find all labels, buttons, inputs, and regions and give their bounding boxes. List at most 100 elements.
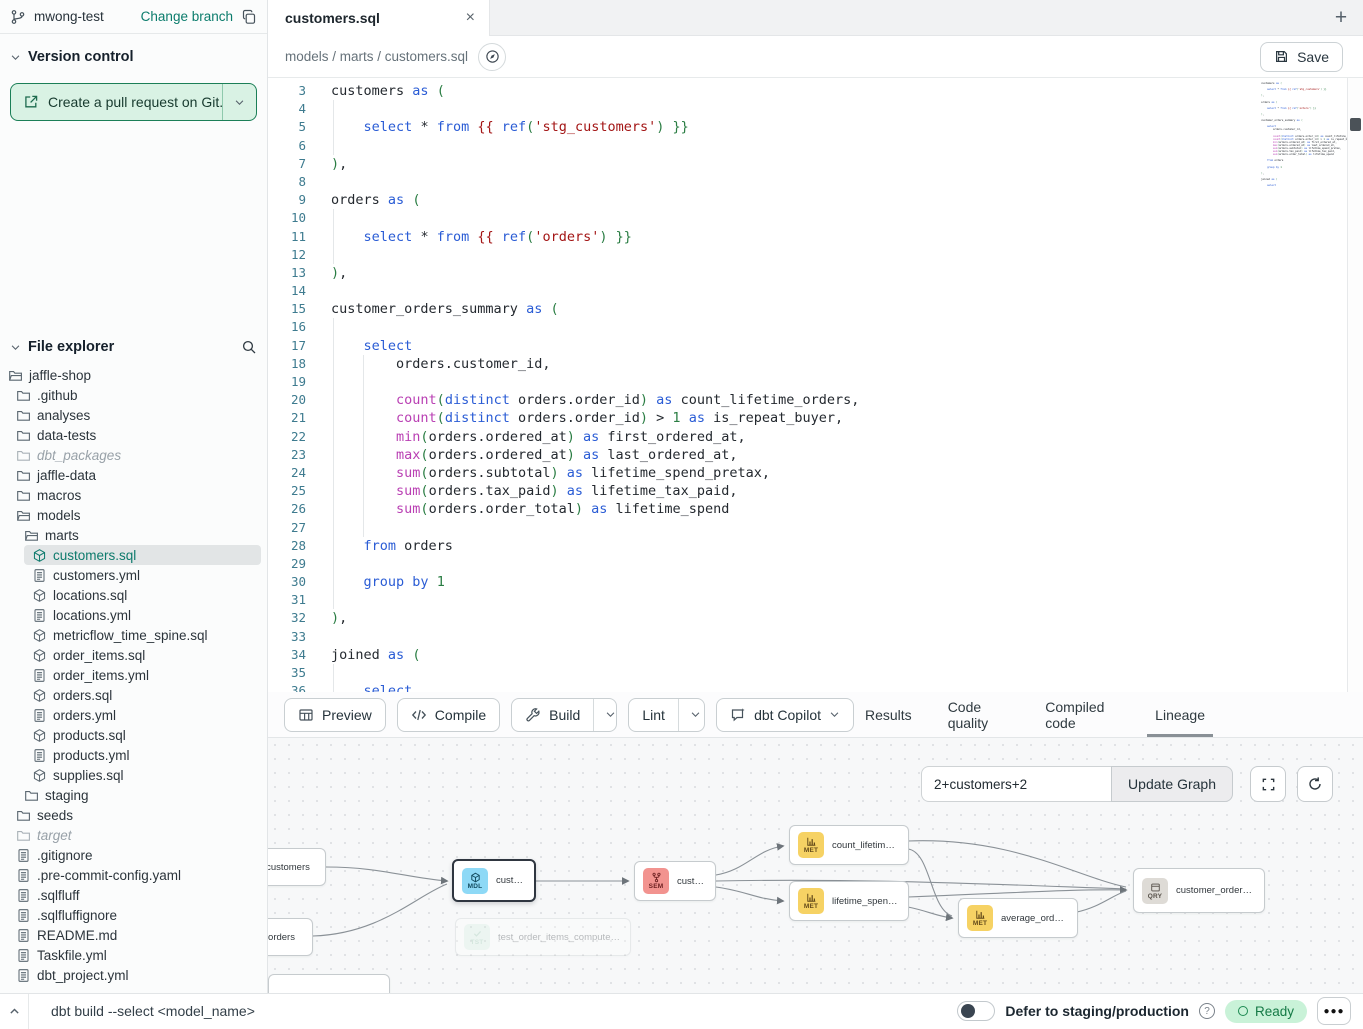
tree-item-products-yml[interactable]: products.yml [0, 745, 261, 765]
tree-item-jaffle-shop[interactable]: jaffle-shop [0, 365, 261, 385]
tree-item-products-sql[interactable]: products.sql [0, 725, 261, 745]
lineage-node-stg_customers[interactable]: stg_customers [268, 848, 326, 886]
file-explorer-header[interactable]: File explorer [0, 329, 267, 363]
create-pr-button[interactable]: Create a pull request on Git... [10, 83, 257, 121]
tree-item-models[interactable]: models [0, 505, 261, 525]
tree-item-analyses[interactable]: analyses [0, 405, 261, 425]
code-line[interactable]: 16 [268, 318, 1253, 336]
code-line[interactable]: 11 select * from {{ ref('orders') }} [268, 228, 1253, 246]
code-line[interactable]: 18 orders.customer_id, [268, 355, 1253, 373]
code-line[interactable]: 20 count(distinct orders.order_id) as co… [268, 391, 1253, 409]
tree-item-locations-yml[interactable]: locations.yml [0, 605, 261, 625]
tree-item-customers-yml[interactable]: customers.yml [0, 565, 261, 585]
collapse-panel-button[interactable] [0, 1005, 28, 1018]
code-line[interactable]: 36 select [268, 682, 1253, 692]
tree-item-target[interactable]: target [0, 825, 261, 845]
lineage-node-orders[interactable]: orders [268, 918, 313, 956]
tree-item--sqlfluffignore[interactable]: .sqlfluffignore [0, 905, 261, 925]
new-tab-button[interactable]: + [1319, 0, 1363, 35]
tree-item-dbt-packages[interactable]: dbt_packages [0, 445, 261, 465]
code-line[interactable]: 13), [268, 264, 1253, 282]
more-options-button[interactable]: ●●● [1317, 997, 1351, 1025]
code-line[interactable]: 31 [268, 591, 1253, 609]
build-caret[interactable] [593, 699, 617, 731]
copy-icon[interactable] [241, 9, 257, 25]
code-line[interactable]: 33 [268, 628, 1253, 646]
compass-button[interactable] [478, 43, 506, 71]
lint-button[interactable]: Lint [629, 699, 678, 731]
search-icon[interactable] [241, 339, 257, 355]
code-line[interactable]: 28 from orders [268, 537, 1253, 555]
tree-item-orders-sql[interactable]: orders.sql [0, 685, 261, 705]
tree-item-data-tests[interactable]: data-tests [0, 425, 261, 445]
lint-caret[interactable] [678, 699, 705, 731]
tree-item-taskfile-yml[interactable]: Taskfile.yml [0, 945, 261, 965]
tree-item-metricflow-time-spine-sql[interactable]: metricflow_time_spine.sql [0, 625, 261, 645]
compile-button[interactable]: Compile [397, 698, 500, 732]
code-line[interactable]: 23 max(orders.ordered_at) as last_ordere… [268, 446, 1253, 464]
defer-toggle[interactable] [957, 1001, 995, 1021]
code-line[interactable]: 19 [268, 373, 1253, 391]
create-pr-caret[interactable] [222, 84, 256, 120]
code-line[interactable]: 25 sum(orders.tax_paid) as lifetime_tax_… [268, 482, 1253, 500]
code-line[interactable]: 21 count(distinct orders.order_id) > 1 a… [268, 409, 1253, 427]
update-graph-button[interactable]: Update Graph [1111, 766, 1233, 802]
tree-item--github[interactable]: .github [0, 385, 261, 405]
code-line[interactable]: 35 [268, 664, 1253, 682]
code-line[interactable]: 27 [268, 519, 1253, 537]
tree-item-readme-md[interactable]: README.md [0, 925, 261, 945]
lineage-node-customer_order_metrics[interactable]: QRYcustomer_order_metrics [1133, 868, 1265, 913]
minimap[interactable]: customers as ( select * from {{ ref('stg… [1261, 82, 1345, 187]
lineage-node-average_order_value[interactable]: METaverage_order_value [958, 898, 1078, 938]
lineage-node-lifetime_spend_pretax[interactable]: METlifetime_spend_pretax [789, 881, 909, 921]
tree-item--pre-commit-config-yaml[interactable]: .pre-commit-config.yaml [0, 865, 261, 885]
version-control-header[interactable]: Version control [0, 34, 267, 75]
change-branch-link[interactable]: Change branch [141, 9, 233, 24]
help-icon[interactable]: ? [1199, 1003, 1215, 1019]
create-pr-main[interactable]: Create a pull request on Git... [11, 84, 222, 120]
code-line[interactable]: 30 group by 1 [268, 573, 1253, 591]
code-line[interactable]: 12 [268, 246, 1253, 264]
code-line[interactable]: 15customer_orders_summary as ( [268, 300, 1253, 318]
tree-item-seeds[interactable]: seeds [0, 805, 261, 825]
tab-code-quality[interactable]: Code quality [948, 692, 1010, 737]
save-button[interactable]: Save [1260, 42, 1343, 72]
code-line[interactable]: 6 [268, 137, 1253, 155]
tree-item-staging[interactable]: staging [0, 785, 261, 805]
tab-lineage[interactable]: Lineage [1155, 692, 1205, 737]
tree-item-jaffle-data[interactable]: jaffle-data [0, 465, 261, 485]
code-line[interactable]: 17 select [268, 337, 1253, 355]
lineage-node-customers_model[interactable]: MDLcustomers [452, 859, 536, 902]
lineage-node-test_order_items[interactable]: TSTtest_order_items_compute_to_bools... [455, 918, 631, 956]
cli-command-text[interactable]: dbt build --select <model_name> [51, 1003, 255, 1019]
code-line[interactable]: 3customers as ( [268, 82, 1253, 100]
code-line[interactable]: 4 [268, 100, 1253, 118]
code-line[interactable]: 26 sum(orders.order_total) as lifetime_s… [268, 500, 1253, 518]
tree-item-orders-yml[interactable]: orders.yml [0, 705, 261, 725]
tab-compiled-code[interactable]: Compiled code [1045, 692, 1119, 737]
code-line[interactable]: 32), [268, 609, 1253, 627]
code-line[interactable]: 22 min(orders.ordered_at) as first_order… [268, 428, 1253, 446]
tree-item--gitignore[interactable]: .gitignore [0, 845, 261, 865]
build-button[interactable]: Build [512, 699, 593, 731]
tab-close-icon[interactable]: × [466, 10, 475, 26]
code-line[interactable]: 8 [268, 173, 1253, 191]
code-line[interactable]: 34joined as ( [268, 646, 1253, 664]
tree-item-marts[interactable]: marts [0, 525, 261, 545]
code-line[interactable]: 24 sum(orders.subtotal) as lifetime_spen… [268, 464, 1253, 482]
refresh-button[interactable] [1297, 766, 1333, 802]
tree-item-order-items-sql[interactable]: order_items.sql [0, 645, 261, 665]
code-line[interactable]: 10 [268, 209, 1253, 227]
tree-item-supplies-sql[interactable]: supplies.sql [0, 765, 261, 785]
code-line[interactable]: 29 [268, 555, 1253, 573]
tree-item-locations-sql[interactable]: locations.sql [0, 585, 261, 605]
code-line[interactable]: 5 select * from {{ ref('stg_customers') … [268, 118, 1253, 136]
code-line[interactable]: 14 [268, 282, 1253, 300]
preview-button[interactable]: Preview [284, 698, 386, 732]
lineage-selector-input[interactable] [921, 766, 1111, 802]
fullscreen-button[interactable] [1250, 766, 1286, 802]
tree-item-macros[interactable]: macros [0, 485, 261, 505]
scrollbar-thumb[interactable] [1350, 118, 1361, 131]
lineage-node-count_lifetime_orders[interactable]: METcount_lifetime_orders [789, 825, 909, 865]
tree-item-customers-sql[interactable]: customers.sql [24, 545, 261, 565]
